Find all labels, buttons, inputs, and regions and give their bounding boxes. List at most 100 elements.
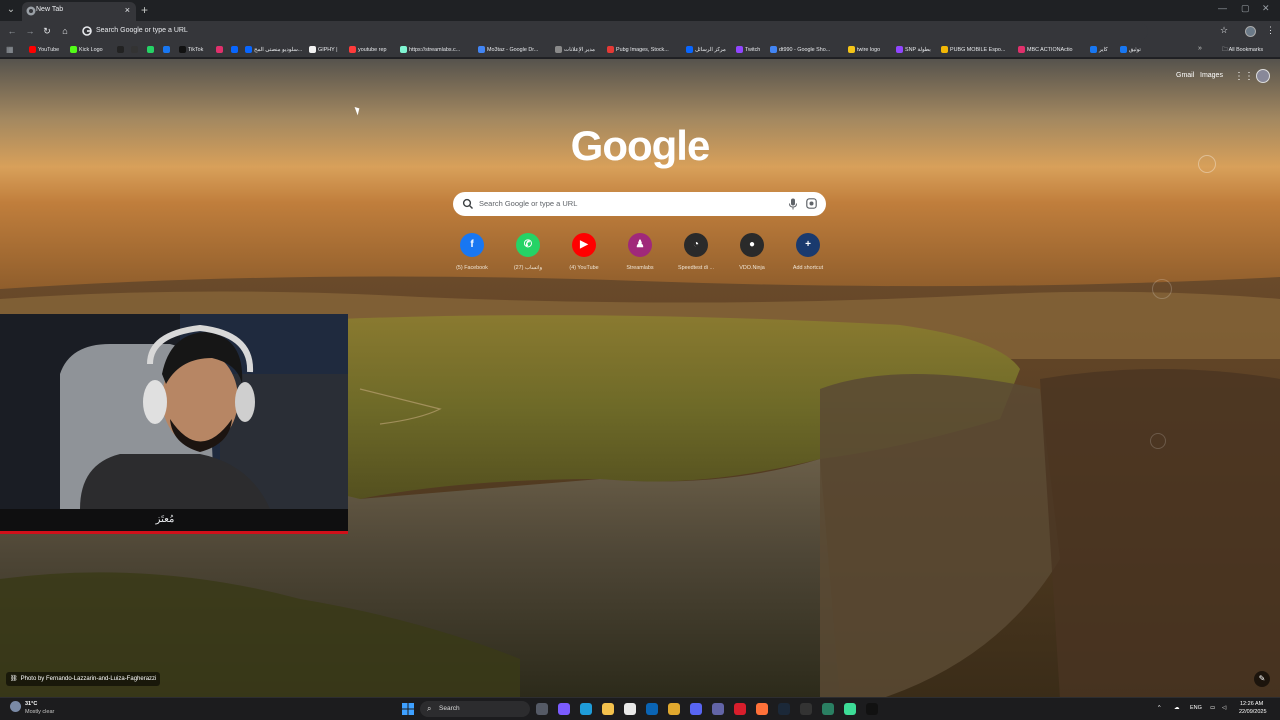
bookmark-favicon-icon (147, 46, 154, 54)
bookmark-label: PUBG MOBILE Espo... (950, 47, 1006, 53)
store-icon[interactable] (624, 703, 636, 715)
firefox-icon[interactable] (756, 703, 768, 715)
opera-icon[interactable] (734, 703, 746, 715)
loading-ring-icon (1150, 433, 1166, 449)
discord-icon[interactable] (690, 703, 702, 715)
weather-moon-icon[interactable] (10, 701, 21, 712)
bookmark-item[interactable]: Kick Logo (70, 45, 103, 55)
bookmark-item[interactable]: Twitch (736, 45, 760, 55)
teams-icon[interactable] (712, 703, 724, 715)
bookmark-item[interactable]: twire logo (848, 45, 880, 55)
shortcut-tile[interactable]: ● VDO.Ninja (724, 233, 780, 271)
taskview-icon[interactable] (536, 703, 548, 715)
new-tab-page: Gmail Images ⋮⋮⋮ Google Search Google or… (0, 59, 1280, 697)
shortcut-tile[interactable]: ✆ (27) واتساب (500, 233, 556, 271)
reload-icon[interactable]: ↻ (41, 25, 53, 37)
shortcut-tile[interactable]: ▶ (4) YouTube (556, 233, 612, 271)
bookmark-item[interactable]: PUBG MOBILE Espo... (941, 45, 1005, 55)
bookmark-label: youtube rep (358, 47, 387, 53)
bookmark-favicon-icon (231, 46, 238, 54)
bookmark-item[interactable] (231, 45, 240, 55)
all-bookmarks[interactable]: 🗀 All Bookmarks (1222, 45, 1263, 55)
bookmark-item[interactable]: SNP بطولة (896, 45, 931, 55)
photo-credit-link[interactable]: ⛓ Photo by Fernando-Lazzarin-and-Luiza-Fa… (6, 672, 161, 686)
shortcut-tile[interactable]: ♟ Streamlabs (612, 233, 668, 271)
bookmark-item[interactable]: GIPHY | (309, 45, 338, 55)
steam-icon[interactable] (778, 703, 790, 715)
apps-icon[interactable]: ▦ (6, 45, 14, 54)
bookmark-label: dt990 - Google Sho... (779, 47, 831, 53)
bookmark-item[interactable] (163, 45, 172, 55)
bookmark-star-icon[interactable]: ☆ (1220, 25, 1228, 36)
language-indicator[interactable]: ENG (1190, 705, 1202, 711)
tray-chevron-icon[interactable]: ^ (1158, 705, 1161, 711)
menu-kebab-icon[interactable]: ⋮ (1266, 25, 1275, 36)
bookmark-item[interactable] (131, 45, 140, 55)
bookmark-item[interactable]: YouTube (29, 45, 59, 55)
bookmark-item[interactable]: TikTok (179, 45, 203, 55)
bookmark-item[interactable]: Mo3taz - Google Dr... (478, 45, 538, 55)
shortcut-tile[interactable]: ◔ Speedtest di ... (668, 233, 724, 271)
bookmark-item[interactable]: سلودیو منصتی المح... (245, 45, 302, 55)
bookmark-item[interactable] (117, 45, 126, 55)
folder-icon: 🗀 (1222, 47, 1229, 53)
chrome-alt-icon[interactable] (822, 703, 834, 715)
bookmark-item[interactable]: مركز الرسائل (686, 45, 726, 55)
weather-temperature[interactable]: 31°C (25, 701, 37, 707)
bookmark-item[interactable]: https://streamlabs.c... (400, 45, 460, 55)
bookmarks-overflow-icon[interactable]: » (1198, 45, 1202, 52)
bookmark-label: https://streamlabs.c... (409, 47, 461, 53)
shortcut-tile[interactable]: f (5) Facebook (444, 233, 500, 271)
search-box[interactable]: Search Google or type a URL (453, 192, 826, 216)
tab-new-tab[interactable]: New Tab × (22, 2, 136, 21)
bookmark-item[interactable]: توثيق (1120, 45, 1141, 55)
home-icon[interactable]: ⌂ (59, 25, 71, 37)
address-bar[interactable]: Search Google or type a URL (78, 23, 1148, 40)
customize-chrome-button[interactable]: ✎ (1254, 671, 1270, 687)
voice-search-icon[interactable] (788, 198, 798, 210)
images-link[interactable]: Images (1200, 72, 1223, 79)
kick-icon[interactable] (866, 703, 878, 715)
google-lens-icon[interactable] (806, 198, 817, 209)
new-tab-button[interactable]: + (141, 3, 148, 17)
windows-start-icon[interactable] (402, 703, 414, 715)
volume-icon[interactable]: ◁ (1222, 705, 1226, 711)
clock-date[interactable]: 22/09/2025 (1239, 709, 1267, 715)
bookmark-item[interactable]: youtube rep (349, 45, 386, 55)
file-explorer-icon[interactable] (602, 703, 614, 715)
bookmark-favicon-icon (349, 46, 356, 54)
bookmark-favicon-icon (163, 46, 170, 54)
shortcut-tile[interactable]: + Add shortcut (780, 233, 836, 271)
gmail-link[interactable]: Gmail (1176, 72, 1194, 79)
copilot-icon[interactable] (558, 703, 570, 715)
network-icon[interactable]: ▭ (1210, 705, 1215, 711)
bookmark-item[interactable]: Pubg Images, Stock... (607, 45, 669, 55)
chrome-icon[interactable] (668, 703, 680, 715)
tab-search-icon[interactable]: ⌄ (4, 3, 18, 17)
outlook-icon[interactable] (646, 703, 658, 715)
back-icon[interactable]: ← (6, 25, 18, 37)
bookmark-item[interactable]: dt990 - Google Sho... (770, 45, 830, 55)
profile-avatar-icon[interactable] (1245, 26, 1256, 37)
account-avatar[interactable] (1256, 69, 1270, 83)
bookmark-label: YouTube (38, 47, 60, 53)
bookmark-item[interactable] (147, 45, 156, 55)
maximize-button[interactable]: ▢ (1241, 3, 1250, 14)
edge-icon[interactable] (580, 703, 592, 715)
taskbar-search[interactable]: ⌕ Search (420, 701, 530, 717)
bookmark-item[interactable] (216, 45, 225, 55)
bookmark-item[interactable]: كاير (1090, 45, 1108, 55)
bookmark-item[interactable]: مدير الإعلانات (555, 45, 595, 55)
bookmark-item[interactable]: MBC ACTIONActio (1018, 45, 1073, 55)
obs-icon[interactable] (844, 703, 856, 715)
clock-time[interactable]: 12:26 AM (1240, 701, 1263, 707)
shortcut-glyph: ✆ (523, 239, 533, 250)
close-window-button[interactable]: ✕ (1262, 3, 1270, 14)
forward-icon[interactable]: → (24, 25, 36, 37)
onedrive-icon[interactable]: ☁ (1174, 705, 1180, 711)
tab-close-icon[interactable]: × (125, 5, 130, 15)
weather-description[interactable]: Mostly clear (25, 709, 54, 715)
capcut-icon[interactable] (800, 703, 812, 715)
bookmark-favicon-icon (1120, 46, 1127, 54)
minimize-button[interactable]: — (1218, 3, 1227, 13)
